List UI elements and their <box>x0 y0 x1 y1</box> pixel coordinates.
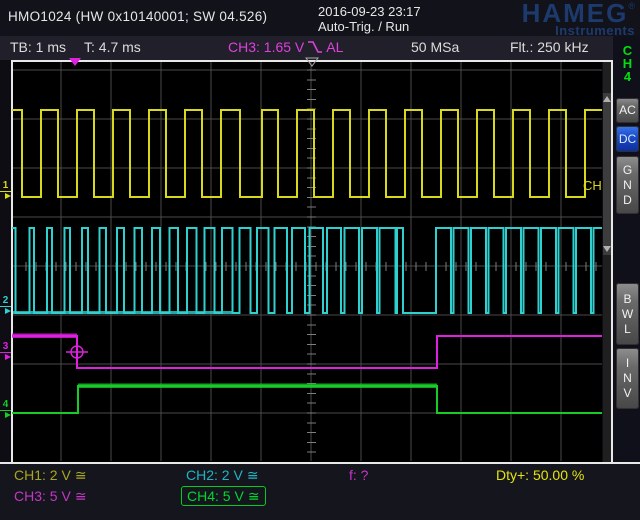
channel-2-digit: 2 <box>0 296 11 307</box>
ch4-scale-readout: CH4: 5 V≅ <box>187 488 260 505</box>
sample-rate-readout: 50 MSa <box>411 39 459 55</box>
vertical-scroll-thumb[interactable] <box>603 93 611 255</box>
duty-cycle-readout: Dty+: 50.00 % <box>496 467 584 483</box>
display-border-left <box>11 60 13 464</box>
trigger-readout: CH3: 1.65 V AL <box>228 39 343 55</box>
coupling-ac-button[interactable]: AC <box>616 98 639 123</box>
menu-channel-label: C H 4 <box>616 44 639 83</box>
display-border-top <box>11 60 613 62</box>
ch4-selected-box: CH4: 5 V≅ <box>181 486 266 506</box>
top-bar: HMO1024 (HW 0x10140001; SW 04.526) 2016-… <box>0 0 640 36</box>
right-arrow-icon <box>5 193 11 199</box>
waveform-display <box>13 62 602 462</box>
bandwidth-limit-button[interactable]: B W L <box>616 283 639 345</box>
trigger-time-readout: T: 4.7 ms <box>84 39 141 55</box>
scroll-down-arrow-icon <box>603 246 611 252</box>
frequency-readout: f: ? <box>349 467 368 483</box>
right-arrow-icon <box>5 354 11 360</box>
device-title: HMO1024 (HW 0x10140001; SW 04.526) <box>8 9 267 24</box>
channel-1-position-marker[interactable]: 1 <box>0 181 11 199</box>
right-arrow-icon <box>5 308 11 314</box>
channel-4-position-marker[interactable]: 4 <box>0 400 11 418</box>
ch4-coupling-icon: ≅ <box>248 488 260 504</box>
coupling-gnd-button[interactable]: G N D <box>616 156 639 214</box>
bottom-bar: CH1: 2 V≅ CH2: 2 V≅ f: ? Dty+: 50.00 % C… <box>0 464 640 520</box>
scroll-up-arrow-icon <box>603 96 611 102</box>
falling-edge-icon <box>307 41 323 54</box>
ch2-scale-readout: CH2: 2 V≅ <box>186 467 259 484</box>
timebase-readout: TB: 1 ms <box>10 39 66 55</box>
channel-1-digit: 1 <box>0 181 11 192</box>
channel-2-position-marker[interactable]: 2 <box>0 296 11 314</box>
channel-4-digit: 4 <box>0 400 11 411</box>
ch2-coupling-icon: ≅ <box>247 467 259 483</box>
filter-readout: Flt.: 250 kHz <box>510 39 589 55</box>
status-bar: TB: 1 ms T: 4.7 ms CH3: 1.65 V AL 50 MSa… <box>0 36 640 60</box>
trigger-filter-label: AL <box>326 39 343 55</box>
datetime-block: 2016-09-23 23:17 Auto-Trig. / Run <box>318 4 421 34</box>
oscilloscope-screen: HMO1024 (HW 0x10140001; SW 04.526) 2016-… <box>0 0 640 520</box>
channel-3-digit: 3 <box>0 342 11 353</box>
clipped-channel-label: CH1 <box>583 178 602 193</box>
coupling-dc-button[interactable]: DC <box>616 126 639 152</box>
ch1-coupling-icon: ≅ <box>75 467 87 483</box>
trigger-source-level: CH3: 1.65 V <box>228 39 304 55</box>
channel-3-position-marker[interactable]: 3 <box>0 342 11 360</box>
ch3-scale-readout: CH3: 5 V≅ <box>14 488 87 505</box>
trigger-mode: Auto-Trig. / Run <box>318 19 421 34</box>
hameg-logo: HAMEG® Instruments <box>522 1 635 38</box>
ch1-scale-readout: CH1: 2 V≅ <box>14 467 87 484</box>
right-arrow-icon <box>5 412 11 418</box>
invert-button[interactable]: I N V <box>616 348 639 409</box>
datetime: 2016-09-23 23:17 <box>318 4 421 19</box>
registered-mark: ® <box>628 1 635 11</box>
ch3-coupling-icon: ≅ <box>75 488 87 504</box>
